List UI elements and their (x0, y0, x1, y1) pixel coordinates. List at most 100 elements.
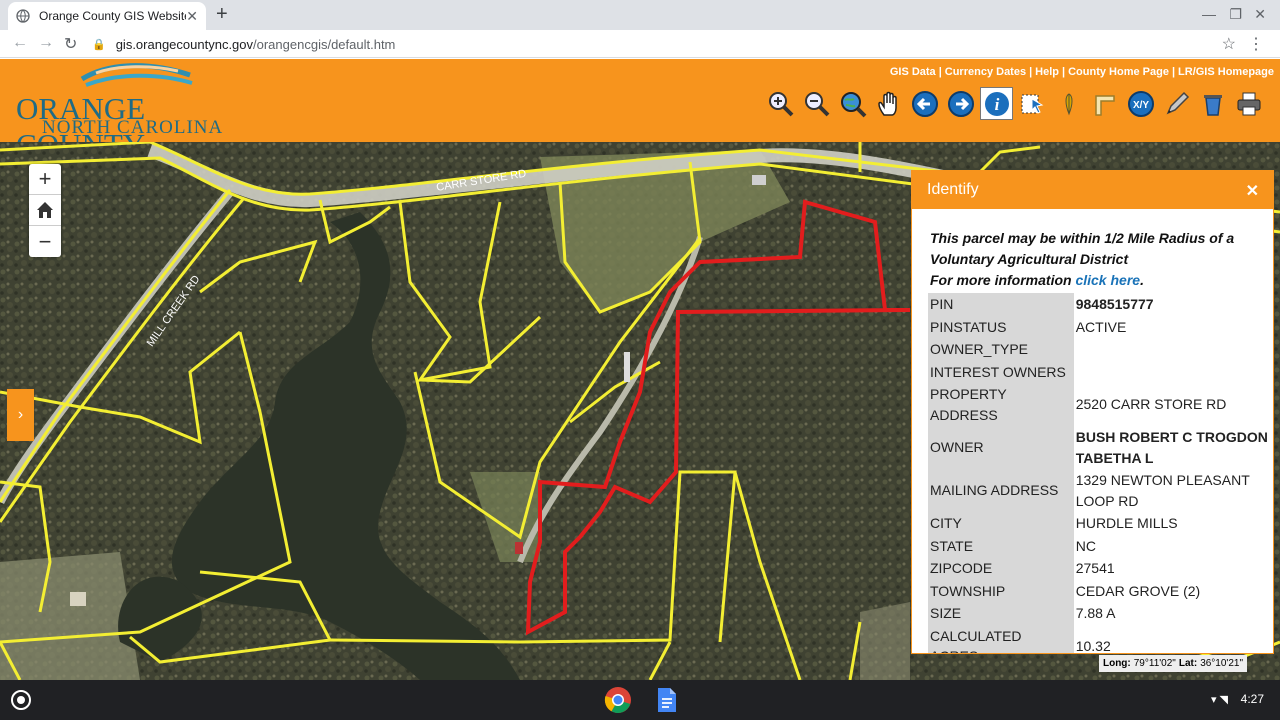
attribute-key: CITY (928, 512, 1074, 535)
print-icon[interactable] (1232, 87, 1265, 120)
top-links: GIS Data | Currency Dates | Help | County Home… (889, 66, 1274, 78)
locate-icon[interactable] (1052, 87, 1085, 120)
attribute-row: INTEREST OWNERS (928, 360, 1273, 384)
attribute-key: PINSTATUS (928, 315, 1074, 338)
restore-icon[interactable]: ❐ (1229, 6, 1242, 23)
window-close-icon[interactable]: ✕ (1254, 6, 1266, 23)
attribute-row: ZIPCODE 27541 (928, 557, 1273, 580)
coordinate-readout: Long: 79°11'02" Lat: 36°10'21" (1099, 655, 1247, 672)
notice-more-info: For more information (930, 272, 1076, 288)
browser-tab[interactable]: Orange County GIS Website ✕ (8, 2, 206, 30)
previous-extent-icon[interactable] (908, 87, 941, 120)
click-here-link[interactable]: click here (1075, 272, 1140, 288)
attribute-row: STATE NC (928, 534, 1273, 557)
attribute-value: CEDAR GROVE (2) (1075, 582, 1201, 599)
next-extent-icon[interactable] (944, 87, 977, 120)
clock[interactable]: 4:27 (1241, 692, 1264, 706)
bookmark-star-icon[interactable]: ☆ (1222, 34, 1236, 54)
chrome-icon[interactable] (604, 686, 632, 714)
address-bar-row: ← → ↻ 🔒 gis.orangecountync.gov/orangencg… (0, 30, 1280, 58)
back-icon[interactable]: ← (12, 34, 28, 52)
attribute-key: OWNER_TYPE (928, 338, 1074, 361)
attribute-key: CALCULATED ACRES (928, 624, 1074, 653)
long-value: 79°11'02" (1133, 658, 1176, 669)
attribute-value: 27541 (1075, 560, 1115, 576)
attribute-row: OWNER BUSH ROBERT C TROGDON TABETHA L (928, 426, 1273, 469)
attribute-row: MAILING ADDRESS 1329 NEWTON PLEASANT LOOP… (928, 469, 1273, 512)
full-extent-icon[interactable] (836, 87, 869, 120)
attribute-value (1074, 338, 1273, 361)
zoom-out-button[interactable]: − (29, 226, 61, 257)
close-tab-icon[interactable]: ✕ (186, 8, 198, 25)
logo-waves-icon (80, 63, 193, 87)
attribute-row: CITY HURDLE MILLS (928, 512, 1273, 535)
attribute-key: PIN (928, 293, 1074, 316)
lat-value: 36°10'21" (1200, 658, 1244, 669)
zoom-control: + − (29, 164, 61, 257)
attribute-value: 7.88 A (1075, 605, 1116, 621)
attribute-key: TOWNSHIP (928, 579, 1074, 602)
measure-icon[interactable] (1088, 87, 1121, 120)
select-icon[interactable] (1016, 87, 1049, 120)
expand-panel-button[interactable]: › (7, 389, 34, 441)
long-label: Long: (1102, 658, 1131, 669)
zoom-in-icon[interactable] (764, 87, 797, 120)
attribute-row: PINSTATUS ACTIVE (928, 315, 1273, 338)
link-help[interactable]: Help (1035, 66, 1059, 78)
attribute-key: ZIPCODE (928, 557, 1074, 580)
docs-icon[interactable] (652, 686, 680, 714)
attribute-row: SIZE 7.88 A (928, 602, 1273, 625)
lock-icon: 🔒 (92, 38, 106, 51)
home-button[interactable] (29, 195, 61, 226)
county-logo[interactable]: ORANGE COUNTY NORTH CAROLINA (14, 61, 274, 162)
attribute-row: PIN 9848515777 (928, 293, 1273, 316)
link-gis-data[interactable]: GIS Data (890, 66, 936, 78)
lat-label: Lat: (1178, 658, 1198, 669)
svg-text:X/Y: X/Y (1132, 100, 1148, 111)
pan-icon[interactable] (872, 87, 905, 120)
attribute-key: INTEREST OWNERS (928, 360, 1074, 383)
identify-icon[interactable]: i (980, 87, 1013, 120)
minimize-icon[interactable]: — (1202, 6, 1216, 22)
attribute-value (1074, 361, 1273, 384)
url-field[interactable]: 🔒 gis.orangecountync.gov/orangencgis/def… (92, 32, 1244, 56)
attribute-value: HURDLE MILLS (1075, 515, 1178, 531)
attribute-key: SIZE (928, 602, 1074, 625)
reload-icon[interactable]: ↻ (64, 34, 77, 54)
attribute-value: BUSH ROBERT C TROGDON TABETHA L (1075, 429, 1268, 466)
attribute-value: 10.32 (1075, 637, 1111, 654)
os-shelf: ▾ ◥ 4:27 (0, 680, 1280, 720)
clear-icon[interactable] (1196, 87, 1229, 120)
chevron-right-icon: › (17, 406, 24, 423)
attribute-key: OWNER (928, 426, 1074, 469)
menu-kebab-icon[interactable]: ⋮ (1248, 34, 1264, 54)
logo-subtitle: NORTH CAROLINA (42, 117, 224, 138)
zoom-out-icon[interactable] (800, 87, 833, 120)
agricultural-district-notice: This parcel may be within 1/2 Mile Radiu… (912, 209, 1273, 293)
attribute-value: ACTIVE (1075, 318, 1127, 335)
link-lrgis-home[interactable]: LR/GIS Homepage (1178, 66, 1274, 78)
site-header: ORANGE COUNTY NORTH CAROLINA GIS Data|Cu… (0, 59, 1280, 162)
attribute-table: PIN 9848515777 PINSTATUS ACTIVE OWNER_TYPE IN… (928, 293, 1273, 654)
link-currency-dates[interactable]: Currency Dates (945, 66, 1026, 78)
link-county-home[interactable]: County Home Page (1068, 66, 1169, 78)
draw-icon[interactable] (1160, 87, 1193, 120)
notice-text: This parcel may be within 1/2 Mile Radiu… (930, 230, 1235, 267)
launcher-icon[interactable] (11, 690, 31, 710)
map-toolbar: i X/Y (764, 87, 1265, 123)
attribute-row: CALCULATED ACRES10.32 (928, 624, 1273, 654)
home-icon (37, 202, 53, 218)
attribute-row: PROPERTY ADDRESS 2520 CARR STORE RD (928, 383, 1273, 426)
close-icon[interactable]: ✕ (1246, 181, 1259, 201)
attribute-row: OWNER_TYPE (928, 338, 1273, 361)
xy-icon[interactable]: X/Y (1124, 87, 1157, 120)
attribute-key: STATE (928, 534, 1074, 557)
tab-title: Orange County GIS Website (39, 9, 187, 23)
zoom-in-button[interactable]: + (29, 164, 61, 195)
identify-title: Identify (927, 181, 979, 198)
forward-icon[interactable]: → (38, 34, 54, 52)
attribute-value: 1329 NEWTON PLEASANT LOOP RD (1075, 472, 1250, 509)
identify-panel: Identify ✕ This parcel may be within 1/2… (911, 170, 1274, 654)
status-tray-icons[interactable]: ▾ ◥ (1211, 693, 1228, 706)
new-tab-icon[interactable]: + (216, 3, 228, 26)
